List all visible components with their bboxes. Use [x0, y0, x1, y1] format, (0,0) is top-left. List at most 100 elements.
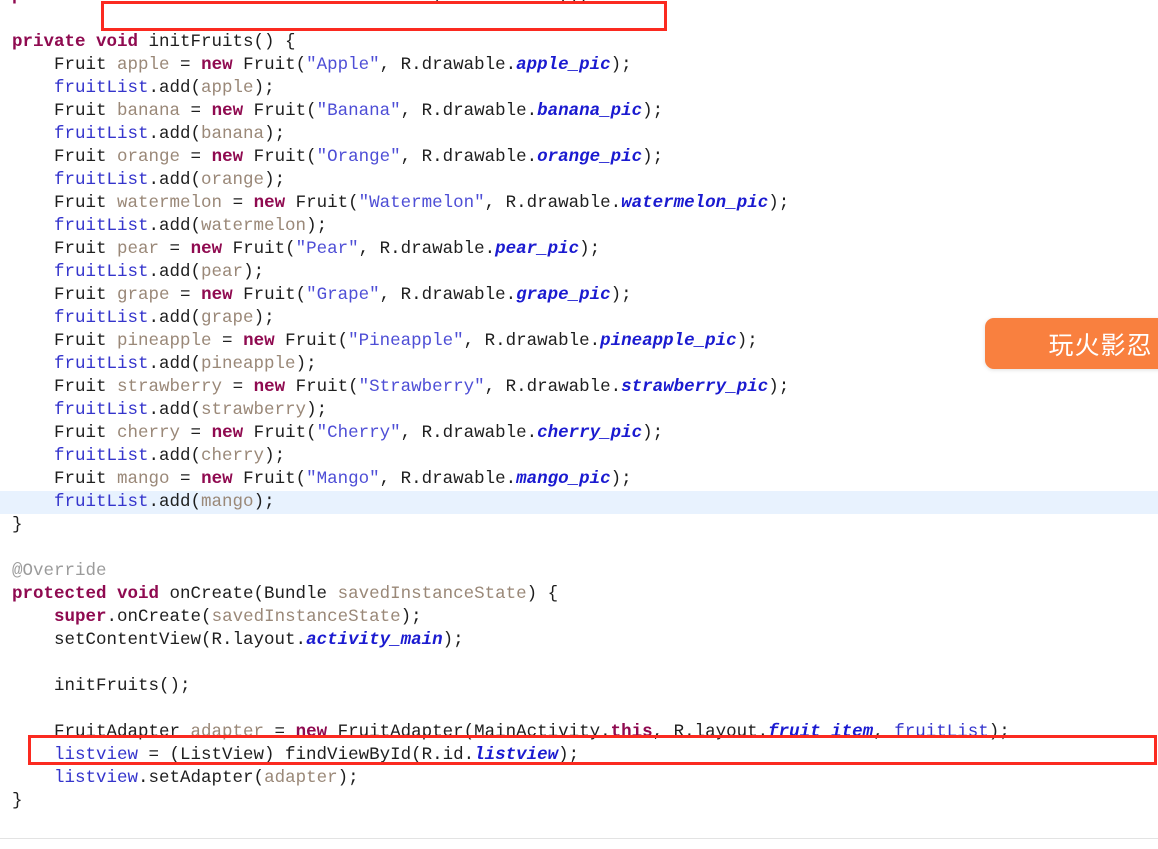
line-grape-new[interactable]: Fruit grape = new Fruit("Grape", R.drawa… [0, 284, 1158, 307]
line-override-annotation[interactable]: @Override [0, 560, 1158, 583]
code-token: listview [54, 768, 139, 788]
code-token: apple [201, 78, 254, 98]
code-token: "Cherry" [316, 423, 401, 443]
line-oncreate-close[interactable]: } [0, 790, 1158, 813]
bottom-strip [0, 839, 1158, 849]
line-orange-add[interactable]: fruitList.add(orange); [0, 169, 1158, 192]
code-token: ); [642, 147, 664, 167]
line-strawberry-new[interactable]: Fruit strawberry = new Fruit("Strawberry… [0, 376, 1158, 399]
code-token: = [169, 55, 202, 75]
code-token: new [211, 101, 244, 121]
line-strawberry-add[interactable]: fruitList.add(strawberry); [0, 399, 1158, 422]
code-token: .add( [148, 170, 202, 190]
line-banana-add[interactable]: fruitList.add(banana); [0, 123, 1158, 146]
code-token: initFruits(); [12, 676, 191, 696]
code-token: Fruit [12, 469, 118, 489]
code-token: "Mango" [306, 469, 380, 489]
code-token: Fruit( [232, 285, 307, 305]
code-token: ); [253, 492, 275, 512]
line-mango-new[interactable]: Fruit mango = new Fruit("Mango", R.drawa… [0, 468, 1158, 491]
code-token: ); [400, 607, 422, 627]
line-oncreate-signature[interactable]: protected void onCreate(Bundle savedInst… [0, 583, 1158, 606]
code-token: pineapple [117, 331, 212, 351]
code-token: new [211, 423, 244, 443]
code-token: ); [736, 331, 758, 351]
line-blank-3[interactable] [0, 652, 1158, 675]
line-watermelon-new[interactable]: Fruit watermelon = new Fruit("Watermelon… [0, 192, 1158, 215]
code-token: ArrayList<Fruit>(); [380, 0, 590, 6]
code-token: ); [306, 400, 328, 420]
code-token: Fruit( [274, 331, 349, 351]
code-token: ); [610, 469, 632, 489]
line-blank-1[interactable] [0, 8, 1158, 31]
code-token: = [180, 423, 212, 443]
line-adapter-declaration[interactable]: FruitAdapter adapter = new FruitAdapter(… [0, 721, 1158, 744]
code-token: ); [610, 55, 632, 75]
line-initfruits-call[interactable]: initFruits(); [0, 675, 1158, 698]
code-token: fruitList [54, 354, 149, 374]
code-token: } [12, 791, 23, 811]
code-token: , R.drawable. [379, 285, 517, 305]
line-blank-4[interactable] [0, 698, 1158, 721]
code-token: ) { [526, 584, 559, 604]
line-orange-new[interactable]: Fruit orange = new Fruit("Orange", R.dra… [0, 146, 1158, 169]
code-token: apple [117, 55, 170, 75]
line-apple-add[interactable]: fruitList.add(apple); [0, 77, 1158, 100]
code-token: Fruit( [232, 469, 307, 489]
code-token: Fruit( [285, 377, 359, 397]
code-token: strawberry_pic [621, 377, 769, 397]
code-token: fruitList [54, 446, 149, 466]
line-field-declaration[interactable]: private List<Fruit> fruitList = new Arra… [0, 0, 1158, 8]
line-apple-new[interactable]: Fruit apple = new Fruit("Apple", R.drawa… [0, 54, 1158, 77]
line-cherry-add[interactable]: fruitList.add(cherry); [0, 445, 1158, 468]
code-token: , R.layout. [652, 722, 769, 742]
line-blank-2[interactable] [0, 537, 1158, 560]
line-initfruits-close[interactable]: } [0, 514, 1158, 537]
line-findviewbyid[interactable]: listview = (ListView) findViewById(R.id.… [0, 744, 1158, 767]
code-editor-surface[interactable]: private List<Fruit> fruitListprivate Lis… [0, 0, 1158, 838]
code-token: ); [610, 285, 632, 305]
code-token: ); [295, 354, 317, 374]
code-token: , R.drawable. [463, 331, 601, 351]
code-token: Fruit [12, 377, 118, 397]
line-setcontentview[interactable]: setContentView(R.layout.activity_main); [0, 629, 1158, 652]
code-token: Fruit( [243, 423, 317, 443]
line-setadapter[interactable]: listview.setAdapter(adapter); [0, 767, 1158, 790]
code-token: banana [201, 124, 265, 144]
code-token: new [243, 331, 275, 351]
code-token: "Banana" [316, 101, 401, 121]
code-token: apple_pic [516, 55, 611, 75]
code-token: adapter [264, 768, 338, 788]
line-watermelon-add[interactable]: fruitList.add(watermelon); [0, 215, 1158, 238]
line-pear-add[interactable]: fruitList.add(pear); [0, 261, 1158, 284]
code-token: watermelon_pic [621, 193, 769, 213]
code-token: .add( [148, 124, 202, 144]
code-token: orange [117, 147, 181, 167]
code-token: listview [54, 745, 139, 765]
code-token: strawberry [117, 377, 223, 397]
line-initfruits-signature[interactable]: private void initFruits() { [0, 31, 1158, 54]
code-token: .add( [148, 262, 202, 282]
code-token: @Override [12, 561, 107, 581]
code-token: pear_pic [495, 239, 580, 259]
line-mango-add[interactable]: fruitList.add(mango); [0, 491, 1158, 514]
line-pear-new[interactable]: Fruit pear = new Fruit("Pear", R.drawabl… [0, 238, 1158, 261]
code-token: .add( [148, 400, 202, 420]
code-token: , R.drawable. [358, 239, 496, 259]
code-token: Fruit [12, 147, 118, 167]
code-token: Fruit( [232, 55, 307, 75]
code-token: ); [442, 630, 464, 650]
promo-badge[interactable]: 玩火影忍 [985, 318, 1158, 369]
line-cherry-new[interactable]: Fruit cherry = new Fruit("Cherry", R.dra… [0, 422, 1158, 445]
line-super-oncreate[interactable]: super.onCreate(savedInstanceState); [0, 606, 1158, 629]
code-token: fruitList [54, 170, 149, 190]
code-token: = [317, 0, 349, 6]
line-banana-new[interactable]: Fruit banana = new Fruit("Banana", R.dra… [0, 100, 1158, 123]
